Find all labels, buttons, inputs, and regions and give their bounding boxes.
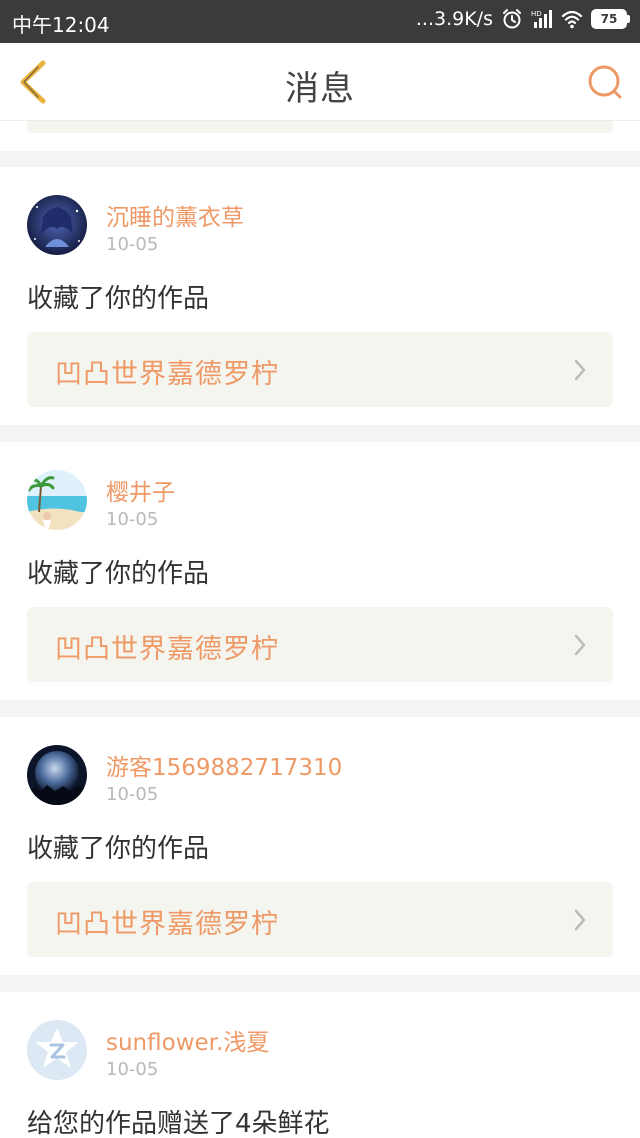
list-item: sunflower.浅夏 10-05 给您的作品赠送了4朵鲜花 [0,992,640,1138]
work-title: 凹凸世界嘉德罗柠 [55,634,279,665]
list-item: 樱井子 10-05 收藏了你的作品 凹凸世界嘉德罗柠 [0,442,640,700]
avatar[interactable] [27,1020,87,1080]
message-list[interactable]: 沉睡的薰衣草 10-05 收藏了你的作品 凹凸世界嘉德罗柠 樱井子 10-05 … [0,121,640,1138]
avatar[interactable] [27,470,87,530]
page-title: 消息 [285,69,355,109]
list-item [0,121,640,151]
message-date: 10-05 [106,509,159,530]
username[interactable]: 沉睡的薰衣草 [106,198,244,232]
status-time: 中午12:04 [12,13,110,37]
list-item: 沉睡的薰衣草 10-05 收藏了你的作品 凹凸世界嘉德罗柠 [0,167,640,425]
work-link[interactable]: 凹凸世界嘉德罗柠 [27,882,613,957]
message-text: 收藏了你的作品 [27,834,210,864]
list-item: 游客1569882717310 10-05 收藏了你的作品 凹凸世界嘉德罗柠 [0,717,640,975]
work-link[interactable] [27,121,613,133]
work-link[interactable]: 凹凸世界嘉德罗柠 [27,332,613,407]
username[interactable]: sunflower.浅夏 [106,1023,269,1057]
wifi-icon [561,10,583,29]
search-icon[interactable] [586,63,624,101]
svg-text:HD: HD [531,10,542,18]
avatar[interactable] [27,195,87,255]
work-title: 凹凸世界嘉德罗柠 [55,359,279,390]
message-date: 10-05 [106,1059,159,1080]
work-title: 凹凸世界嘉德罗柠 [55,909,279,940]
message-date: 10-05 [106,234,159,255]
network-speed: ...3.9K/s [415,8,493,30]
work-link[interactable]: 凹凸世界嘉德罗柠 [27,607,613,682]
battery-level: 75 [591,9,627,29]
username[interactable]: 樱井子 [106,473,175,507]
status-bar: 中午12:04 ...3.9K/s HD 75 [0,0,640,43]
signal-icon: HD [531,10,552,28]
chevron-right-icon [574,909,586,931]
chevron-right-icon [574,634,586,656]
avatar[interactable] [27,745,87,805]
message-text: 收藏了你的作品 [27,559,210,589]
nav-bar: 消息 [0,43,640,121]
message-date: 10-05 [106,784,159,805]
battery-icon: 75 [591,9,630,29]
chevron-right-icon [574,359,586,381]
username[interactable]: 游客1569882717310 [106,748,342,782]
status-icons: ...3.9K/s HD 75 [416,8,630,30]
message-text: 收藏了你的作品 [27,284,210,314]
message-text: 给您的作品赠送了4朵鲜花 [27,1109,330,1138]
alarm-icon [503,9,521,29]
